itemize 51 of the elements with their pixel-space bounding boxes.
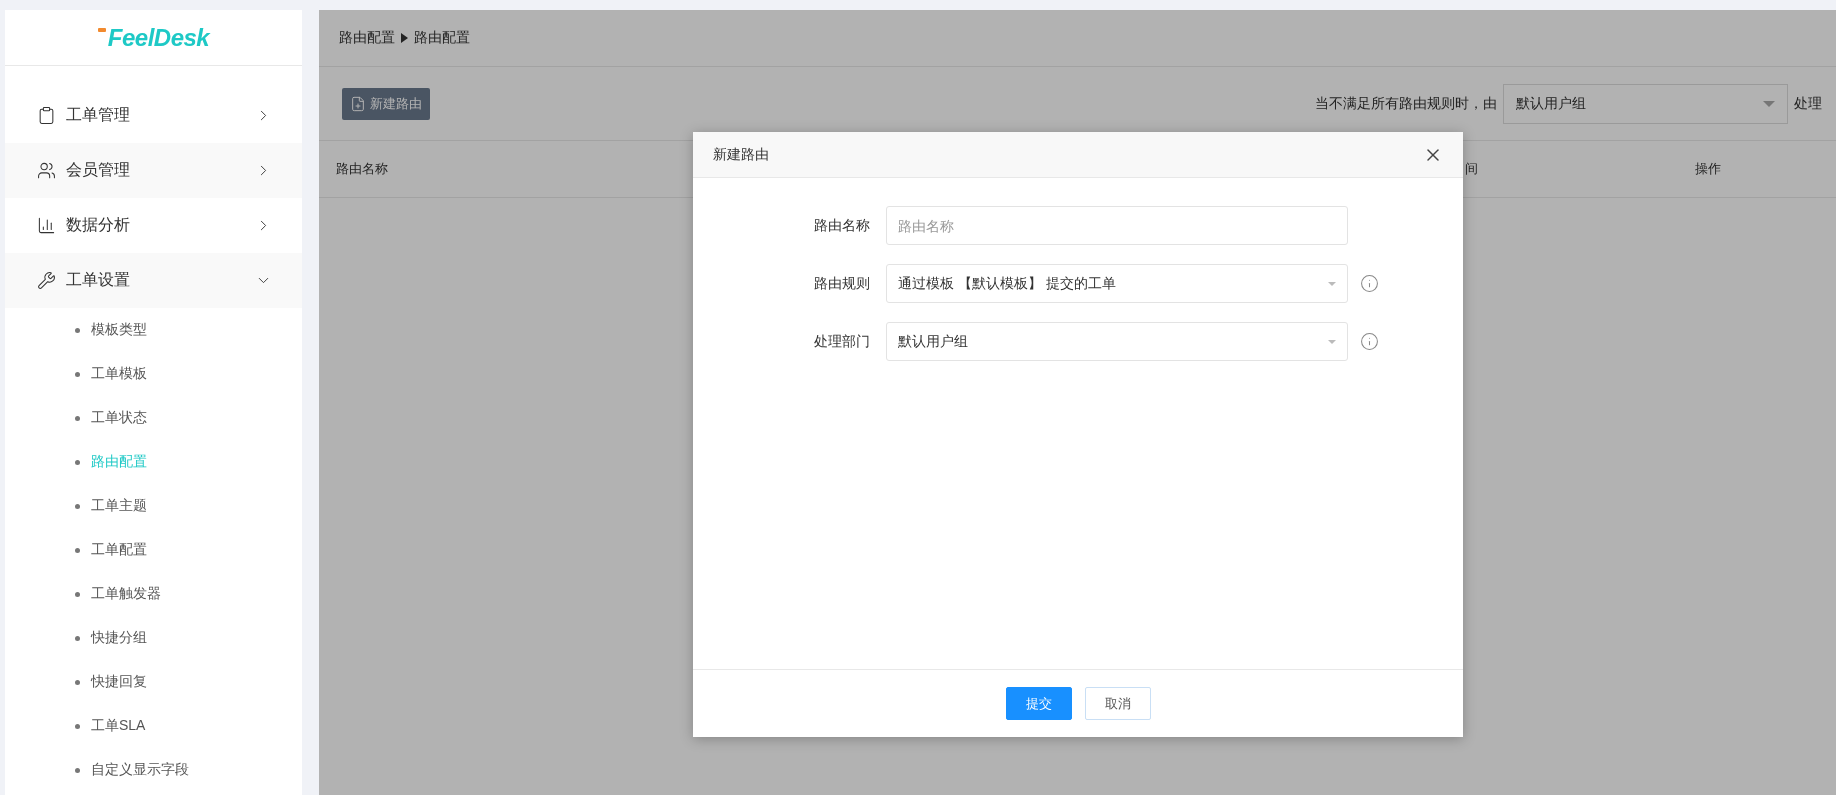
submenu-item[interactable]: 工单状态: [75, 396, 302, 440]
cancel-button[interactable]: 取消: [1084, 687, 1151, 720]
bullet-icon: [75, 415, 80, 421]
bullet-icon: [75, 591, 80, 597]
breadcrumb-item[interactable]: 路由配置: [339, 29, 395, 47]
file-plus-icon: [350, 95, 366, 112]
select-field[interactable]: 通过模板 【默认模板】 提交的工单: [886, 264, 1348, 303]
bullet-icon: [75, 679, 80, 685]
dialog-title: 新建路由: [713, 145, 769, 164]
clipboard-icon: [37, 106, 56, 125]
wrench-icon: [37, 271, 56, 290]
bullet-icon: [75, 371, 80, 377]
field-label: 处理部门: [813, 332, 871, 351]
submenu-item[interactable]: 工单配置: [75, 528, 302, 572]
submenu-item[interactable]: 工单主题: [75, 484, 302, 528]
caret-icon: [1763, 100, 1775, 107]
bullet-icon: [75, 723, 80, 729]
submenu-item[interactable]: 自定义显示字段: [75, 748, 302, 792]
logo-mark-icon: [97, 27, 106, 34]
column-header: 路由名称: [336, 160, 389, 178]
select-field[interactable]: 默认用户组: [886, 322, 1348, 361]
bullet-icon: [75, 503, 80, 509]
submenu-item[interactable]: 快捷分组: [75, 616, 302, 660]
info-icon[interactable]: [1360, 274, 1379, 293]
breadcrumb-item: 路由配置: [414, 29, 470, 47]
breadcrumb-separator-icon: [401, 33, 408, 43]
submenu-item[interactable]: 工单模板: [75, 352, 302, 396]
bar-chart-icon: [37, 216, 56, 235]
menu-item[interactable]: 工单设置: [5, 253, 302, 308]
submenu-item[interactable]: 快捷回复: [75, 660, 302, 704]
logo: FeelDesk: [107, 23, 210, 52]
submenu-item[interactable]: 工单SLA: [75, 704, 302, 748]
bullet-icon: [75, 459, 80, 465]
bullet-icon: [75, 327, 80, 333]
input-field[interactable]: 路由名称: [886, 206, 1348, 245]
new-route-button[interactable]: 新建路由: [342, 87, 430, 120]
field-label: 路由规则: [813, 274, 871, 293]
info-icon[interactable]: [1360, 332, 1379, 351]
column-header: 操作: [1695, 160, 1722, 178]
bullet-icon: [75, 635, 80, 641]
fallback-suffix: 处理: [1794, 94, 1822, 113]
users-icon: [37, 161, 56, 180]
submenu-item[interactable]: 模板类型: [75, 308, 302, 352]
fallback-select[interactable]: 默认用户组: [1503, 83, 1788, 124]
bullet-icon: [75, 547, 80, 553]
fallback-label: 当不满足所有路由规则时，由: [1315, 94, 1497, 113]
bullet-icon: [75, 767, 80, 773]
menu-item[interactable]: 会员管理: [5, 143, 302, 198]
field-label: 路由名称: [813, 216, 871, 235]
column-header: 间: [1465, 160, 1479, 178]
submenu-item[interactable]: 工单触发器: [75, 572, 302, 616]
